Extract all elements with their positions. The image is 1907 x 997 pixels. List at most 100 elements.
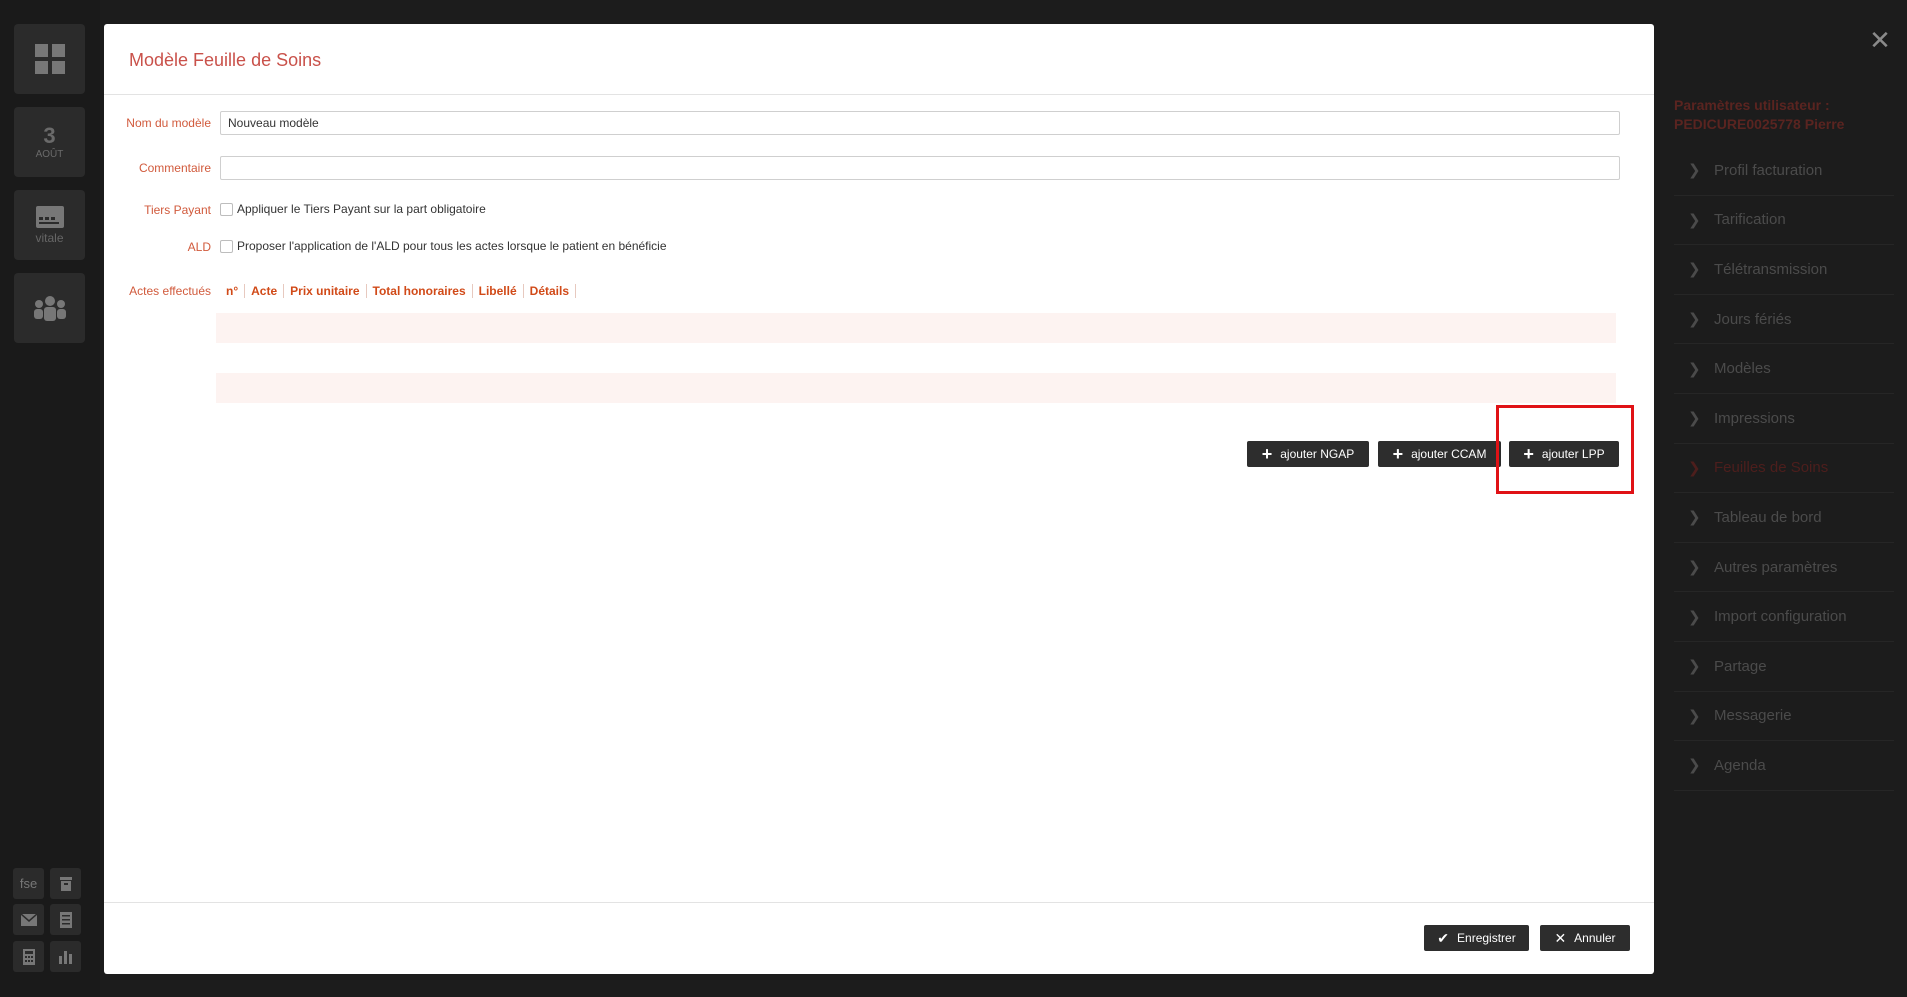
modal-title: Modèle Feuille de Soins [129,50,322,70]
tiers-payant-option[interactable]: Appliquer le Tiers Payant sur la part ob… [220,202,486,216]
settings-item-label: Agenda [1714,756,1766,774]
settings-item[interactable]: ❯ Modèles [1674,344,1894,394]
settings-item[interactable]: ❯ Profil facturation [1674,146,1894,196]
ald-checkbox[interactable] [220,239,233,253]
tiers-payant-label: Tiers Payant [144,203,211,217]
chevron-right-icon: ❯ [1688,410,1701,428]
footer-divider [104,902,1654,903]
settings-item-label: Télétransmission [1714,260,1828,278]
ald-option[interactable]: Proposer l'application de l'ALD pour tou… [220,239,667,253]
plus-icon: + [1392,444,1404,464]
save-label: Enregistrer [1457,931,1516,945]
date-month: AOÛT [35,148,64,160]
table-row [216,313,1616,343]
settings-item[interactable]: ❯ Tableau de bord [1674,493,1894,543]
plus-icon: + [1261,444,1273,464]
left-sidebar: 3 AOÛT vitale fse [0,0,100,997]
settings-item[interactable]: ❯ Télétransmission [1674,245,1894,295]
chevron-right-icon: ❯ [1688,757,1701,775]
chevron-right-icon: ❯ [1688,608,1701,626]
dashboard-icon [34,44,65,74]
settings-item[interactable]: ❯ Agenda [1674,741,1894,791]
tiers-payant-checkbox[interactable] [220,202,233,216]
settings-item[interactable]: ❯ Impressions [1674,394,1894,444]
stats-button[interactable] [50,941,81,972]
add-ngap-label: ajouter NGAP [1280,447,1355,461]
date-day: 3 [43,122,56,148]
close-icon[interactable]: ✕ [1868,27,1892,53]
chevron-right-icon: ❯ [1688,360,1701,378]
column-header[interactable]: Libellé [473,284,524,298]
column-header[interactable]: Total honoraires [367,284,473,298]
mail-button[interactable] [13,904,44,935]
close-icon: ✕ [1554,930,1567,946]
column-header[interactable]: Acte [245,284,285,298]
tiers-payant-text: Appliquer le Tiers Payant sur la part ob… [237,202,486,216]
settings-item-label: Profil facturation [1714,161,1823,179]
date-tile[interactable]: 3 AOÛT [14,107,85,177]
settings-item[interactable]: ❯ Jours fériés [1674,295,1894,345]
table-row [216,373,1616,403]
mail-icon [20,913,37,926]
settings-item-label: Import configuration [1714,608,1847,626]
settings-item[interactable]: ❯ Messagerie [1674,692,1894,742]
archive-button[interactable] [50,868,81,899]
settings-menu: ❯ Profil facturation ❯ Tarification ❯ Télét… [1674,146,1894,791]
settings-item-label: Messagerie [1714,707,1792,725]
settings-item-label: Autres paramètres [1714,558,1838,576]
settings-item-label: Tarification [1714,211,1786,229]
settings-item[interactable]: ❯ Import configuration [1674,592,1894,642]
name-label: Nom du modèle [126,116,211,130]
chevron-right-icon: ❯ [1688,707,1701,725]
actes-label: Actes effectués [129,284,211,298]
settings-item-label: Feuilles de Soins [1714,459,1829,477]
save-button[interactable]: ✔ Enregistrer [1424,925,1529,951]
modal-header: Modèle Feuille de Soins [104,24,1654,95]
calculator-button[interactable] [13,941,44,972]
column-header[interactable]: Prix unitaire [284,284,367,298]
cancel-button[interactable]: ✕ Annuler [1540,925,1630,951]
add-ccam-label: ajouter CCAM [1411,447,1487,461]
modele-feuille-soins-dialog: Modèle Feuille de Soins Nom du modèle Co… [104,24,1654,974]
document-button[interactable] [50,904,81,935]
settings-item[interactable]: ❯ Partage [1674,642,1894,692]
bar-chart-icon [58,950,72,964]
calculator-icon [22,948,35,965]
settings-item[interactable]: ❯ Tarification [1674,196,1894,246]
add-ccam-button[interactable]: + ajouter CCAM [1378,441,1501,467]
chevron-right-icon: ❯ [1688,658,1701,676]
patients-tile[interactable] [14,273,85,343]
settings-item-label: Impressions [1714,409,1795,427]
vitale-tile[interactable]: vitale [14,190,85,260]
check-icon: ✔ [1437,930,1450,946]
settings-item-active[interactable]: ❯ Feuilles de Soins [1674,444,1894,494]
column-header[interactable]: n° [220,284,246,298]
model-name-input[interactable] [220,111,1620,135]
column-header[interactable]: Détails [524,284,577,298]
chevron-right-icon: ❯ [1688,162,1701,180]
comment-input[interactable] [220,156,1620,180]
settings-item[interactable]: ❯ Autres paramètres [1674,543,1894,593]
add-ngap-button[interactable]: + ajouter NGAP [1247,441,1369,467]
vitale-label: vitale [35,231,64,245]
chevron-right-icon: ❯ [1688,211,1701,229]
fse-button[interactable]: fse [13,868,44,899]
group-icon [33,296,66,321]
settings-item-label: Tableau de bord [1714,508,1822,526]
settings-item-label: Modèles [1714,360,1771,378]
settings-item-label: Partage [1714,657,1767,675]
actes-table-header: n° Acte Prix unitaire Total honoraires L… [220,284,577,298]
dashboard-tile[interactable] [14,24,85,94]
ald-label: ALD [187,240,211,254]
settings-item-label: Jours fériés [1714,310,1792,328]
settings-title: Paramètres utilisateur : PEDICURE0025778… [1674,97,1845,132]
vitale-card-icon [35,206,64,228]
chevron-right-icon: ❯ [1688,459,1701,477]
archive-icon [59,876,72,891]
cancel-label: Annuler [1574,931,1616,945]
chevron-right-icon: ❯ [1688,509,1701,527]
comment-label: Commentaire [138,161,211,175]
fse-label: fse [19,876,38,891]
ald-text: Proposer l'application de l'ALD pour tou… [237,239,667,253]
chevron-right-icon: ❯ [1688,311,1701,329]
